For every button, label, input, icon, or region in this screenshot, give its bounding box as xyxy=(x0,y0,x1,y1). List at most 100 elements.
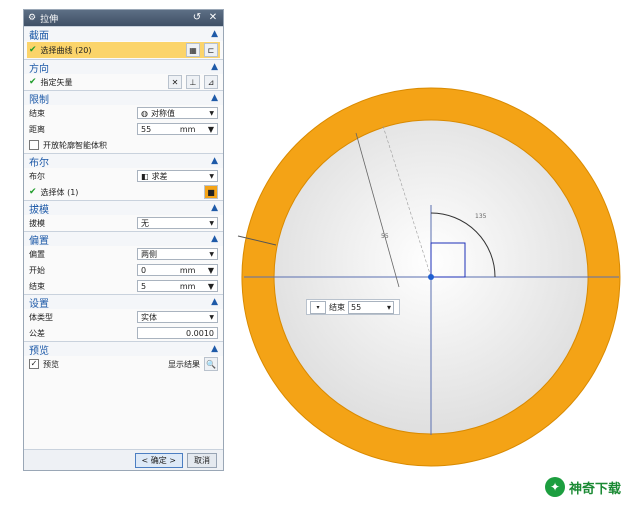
offset-start-input[interactable]: 0 mm ▼ xyxy=(137,264,218,276)
subtract-icon: ◧ xyxy=(141,171,149,181)
watermark-logo: ✦ 神奇下载 xyxy=(545,477,621,497)
preview-row: ✓ 预览 显示结果 🔍 xyxy=(24,356,223,372)
direction-header[interactable]: 方向 ▲ xyxy=(24,60,223,75)
end-row: 结束 ◍ 对称值 ▼ xyxy=(24,105,223,121)
dialog-footer: < 确定 > 取消 xyxy=(24,449,223,470)
origin-point[interactable] xyxy=(428,274,434,280)
offset-end-input[interactable]: 5 mm ▼ xyxy=(137,280,218,292)
angle-dimension-label: 135 xyxy=(475,213,487,220)
reset-icon[interactable]: ↺ xyxy=(191,12,203,24)
section-title: 截面 xyxy=(29,30,49,42)
select-curve-row[interactable]: ✔ 选择曲线 (20) ▦ ⊏ xyxy=(27,42,220,58)
offset-section: 偏置 ▲ 偏置 两侧 ▼ 开始 0 mm ▼ 结束 5 mm ▼ xyxy=(24,231,223,294)
end-value: 对称值 xyxy=(150,108,175,118)
draft-header[interactable]: 拔模 ▲ xyxy=(24,201,223,216)
select-body-label: 选择体 (1) xyxy=(40,187,79,197)
body-type-row: 体类型 实体 ▼ xyxy=(24,309,223,325)
draft-select[interactable]: 无 ▼ xyxy=(137,217,218,229)
limits-section: 限制 ▲ 结束 ◍ 对称值 ▼ 距离 55 mm ▼ 开放轮廓智能体积 xyxy=(24,90,223,153)
preview-header[interactable]: 预览 ▲ xyxy=(24,342,223,357)
settings-section: 设置 ▲ 体类型 实体 ▼ 公差 0.0010 xyxy=(24,294,223,341)
select-body-row: ✔ 选择体 (1) ■ xyxy=(24,184,223,200)
limits-header[interactable]: 限制 ▲ xyxy=(24,91,223,106)
offset-start-value: 0 xyxy=(141,265,147,275)
logo-text: 神奇下载 xyxy=(569,481,622,497)
preview-title: 预览 xyxy=(29,345,49,357)
chevron-down-icon: ▼ xyxy=(209,172,214,180)
magnifier-icon[interactable]: 🔍 xyxy=(204,357,218,371)
floating-end-input[interactable]: ▾ 结束 55 ▾ xyxy=(306,299,400,315)
body-select-icon[interactable]: ■ xyxy=(204,185,218,199)
logo-icon: ✦ xyxy=(545,477,565,497)
curve-select-icon[interactable]: ⊏ xyxy=(204,43,218,57)
draft-row: 拔模 无 ▼ xyxy=(24,215,223,231)
offset-header[interactable]: 偏置 ▲ xyxy=(24,232,223,247)
end-select[interactable]: ◍ 对称值 ▼ xyxy=(137,107,218,119)
offset-row: 偏置 两侧 ▼ xyxy=(24,246,223,262)
distance-row: 距离 55 mm ▼ xyxy=(24,121,223,137)
vector-type-icon[interactable]: ⊿ xyxy=(204,75,218,89)
check-icon: ✔ xyxy=(29,45,37,55)
boolean-label: 布尔 xyxy=(29,171,45,181)
chevron-down-icon: ▼ xyxy=(209,219,214,227)
sketch-icon[interactable]: ▦ xyxy=(186,43,200,57)
offset-label: 偏置 xyxy=(29,249,45,259)
vector-row: ✔ 指定矢量 ✕ ⊥ ⊿ xyxy=(24,74,223,90)
limits-title: 限制 xyxy=(29,94,49,106)
chevron-up-icon: ▲ xyxy=(211,93,218,103)
section-header[interactable]: 截面 ▲ xyxy=(24,27,223,42)
chevron-up-icon: ▲ xyxy=(211,62,218,72)
distance-value: 55 xyxy=(141,124,152,134)
boolean-header[interactable]: 布尔 ▲ xyxy=(24,154,223,169)
open-profile-checkbox[interactable] xyxy=(29,140,39,150)
floating-label: 结束 xyxy=(329,302,345,312)
draft-label: 拔模 xyxy=(29,218,45,228)
floating-value: 55 xyxy=(351,302,362,312)
chevron-up-icon: ▲ xyxy=(211,234,218,244)
tolerance-input[interactable]: 0.0010 xyxy=(137,327,218,339)
tolerance-value: 0.0010 xyxy=(186,328,214,338)
settings-title: 设置 xyxy=(29,298,49,310)
offset-select[interactable]: 两侧 ▼ xyxy=(137,248,218,260)
distance-unit: mm xyxy=(179,124,196,134)
vector-dialog-icon[interactable]: ⊥ xyxy=(186,75,200,89)
reverse-direction-icon[interactable]: ✕ xyxy=(168,75,182,89)
distance-input[interactable]: 55 mm ▼ xyxy=(137,123,218,135)
check-icon: ✔ xyxy=(29,77,37,87)
body-type-select[interactable]: 实体 ▼ xyxy=(137,311,218,323)
floating-type-select[interactable]: ▾ xyxy=(310,300,326,314)
distance-label: 距离 xyxy=(29,124,45,134)
offset-value: 两侧 xyxy=(141,249,157,259)
ok-button[interactable]: < 确定 > xyxy=(134,452,183,468)
body-type-value: 实体 xyxy=(141,312,157,322)
boolean-row: 布尔 ◧ 求差 ▼ xyxy=(24,168,223,184)
boolean-select[interactable]: ◧ 求差 ▼ xyxy=(137,170,218,182)
chevron-down-icon: ▾ xyxy=(386,302,391,312)
preview-checkbox[interactable]: ✓ xyxy=(29,359,39,369)
floating-value-input[interactable]: 55 ▾ xyxy=(348,300,394,314)
symmetric-icon: ◍ xyxy=(141,108,148,118)
chevron-up-icon: ▲ xyxy=(211,156,218,166)
dialog-titlebar: ⚙ 拉伸 ↺ ✕ xyxy=(24,10,223,26)
chevron-up-icon: ▲ xyxy=(211,297,218,307)
offset-end-unit: mm xyxy=(179,281,196,291)
gear-icon[interactable]: ⚙ xyxy=(28,13,36,23)
end-label: 结束 xyxy=(29,108,45,118)
cancel-button[interactable]: 取消 xyxy=(187,452,217,468)
offset-start-row: 开始 0 mm ▼ xyxy=(24,262,223,278)
draft-title: 拔模 xyxy=(29,204,49,216)
vector-label: 指定矢量 xyxy=(40,77,73,87)
chevron-down-icon: ▼ xyxy=(209,250,214,258)
draft-value: 无 xyxy=(141,218,149,228)
tolerance-label: 公差 xyxy=(29,328,45,338)
close-icon[interactable]: ✕ xyxy=(207,12,219,24)
section-section: 截面 ▲ ✔ 选择曲线 (20) ▦ ⊏ xyxy=(24,26,223,58)
show-result-label: 显示结果 xyxy=(168,359,200,369)
tolerance-row: 公差 0.0010 xyxy=(24,325,223,341)
settings-header[interactable]: 设置 ▲ xyxy=(24,295,223,310)
offset-end-label: 结束 xyxy=(29,281,45,291)
distance-dimension-label: 55 xyxy=(381,233,389,240)
boolean-section: 布尔 ▲ 布尔 ◧ 求差 ▼ ✔ 选择体 (1) ■ xyxy=(24,153,223,200)
chevron-up-icon: ▲ xyxy=(211,29,218,39)
boolean-value: 求差 xyxy=(151,171,168,181)
